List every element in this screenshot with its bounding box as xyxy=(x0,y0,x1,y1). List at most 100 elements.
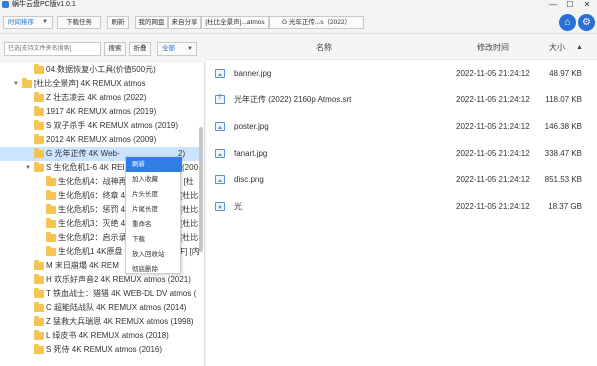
tree-item-label: 生化危机3：灭绝 4 xyxy=(58,219,126,228)
menu-item-outro-length[interactable]: 片尾长度 xyxy=(126,202,182,217)
folder-icon xyxy=(34,316,44,326)
column-header-modified[interactable]: 修改时间 xyxy=(477,35,509,60)
folder-icon xyxy=(34,288,44,298)
sort-ascending-icon: ▲ xyxy=(576,44,583,51)
tree-item[interactable]: L 绿皮书 4K REMUX atmos (2018) xyxy=(0,329,200,343)
tree-item[interactable]: S 死侍 4K REMUX atmos (2016) xyxy=(0,343,200,357)
file-name: disc.png xyxy=(234,175,264,184)
folder-icon xyxy=(22,78,32,88)
tree-item[interactable]: T 铁血战士：猎猎 4K WEB-DL DV atmos ( xyxy=(0,287,200,301)
tree-item-label: [杜比全景声] 4K REMUX atmos xyxy=(34,79,146,88)
subtitle-file-icon xyxy=(215,95,225,104)
folder-icon xyxy=(34,274,44,284)
column-header-size[interactable]: 大小 xyxy=(549,35,565,60)
sort-select[interactable]: 时间排序 ▼ xyxy=(3,16,53,29)
tree-item[interactable]: 04.数据恢复小工具(价值500元) xyxy=(0,63,200,77)
title-bar: 蜗牛云盘PC版v1.0.1 — ☐ ✕ xyxy=(0,0,597,10)
menu-item-move-to-recycle[interactable]: 放入回收站 xyxy=(126,247,182,262)
folder-icon xyxy=(34,134,44,144)
menu-item-rename[interactable]: 重命名 xyxy=(126,217,182,232)
tree-item[interactable]: Z 壮志凌云 4K atmos (2022) xyxy=(0,91,200,105)
column-header-name[interactable]: 名称 xyxy=(316,35,332,60)
file-size: 338.47 KB xyxy=(544,149,582,158)
tree-scrollbar[interactable] xyxy=(199,127,203,252)
folder-icon xyxy=(46,204,56,214)
tree-search-input[interactable] xyxy=(4,42,101,56)
tree-item[interactable]: ▼ [杜比全景声] 4K REMUX atmos xyxy=(0,77,200,91)
tree-item-label: S 双子杀手 4K REMUX atmos (2019) xyxy=(46,121,179,130)
folder-icon xyxy=(34,92,44,102)
tree-item-label: 生化危机6：终章 4 xyxy=(58,191,126,200)
tree-item-label: M 末日崩塌 4K REM xyxy=(46,261,119,270)
menu-item-refresh[interactable]: 刷新 xyxy=(126,157,182,172)
app-logo-icon xyxy=(2,1,9,8)
folder-icon xyxy=(46,232,56,242)
file-name: 光年正传 (2022) 2160p Atmos.srt xyxy=(234,95,352,104)
refresh-button[interactable]: 刷新 xyxy=(107,16,129,29)
tree-item-label: 04.数据恢复小工具(价值500元) xyxy=(46,65,156,74)
filter-select-value: 全部 xyxy=(162,45,175,52)
context-menu: 刷新 加入收藏 片头长度 片尾长度 重命名 下载 放入回收站 彻底删除 xyxy=(125,156,182,277)
chevron-down-icon[interactable]: ▼ xyxy=(12,77,20,91)
folder-icon xyxy=(34,330,44,340)
file-name: fanart.jpg xyxy=(234,149,268,158)
menu-item-intro-length[interactable]: 片头长度 xyxy=(126,187,182,202)
chevron-down-icon[interactable]: ▼ xyxy=(24,161,32,175)
menu-item-delete-permanently[interactable]: 彻底删除 xyxy=(126,262,182,277)
tree-item[interactable]: 1917 4K REMUX atmos (2019) xyxy=(0,105,200,119)
folder-icon xyxy=(46,190,56,200)
file-row[interactable]: 光年正传 (2022) 2160p Atmos.srt 2022-11-05 2… xyxy=(206,87,597,113)
breadcrumb-current-folder[interactable]: G 光年正传...s（2022） xyxy=(269,16,364,29)
filter-select[interactable]: 全部 ▼ xyxy=(157,42,197,56)
breadcrumb-my-drive[interactable]: 我的网盘 xyxy=(135,16,168,29)
file-modified: 2022-11-05 21:24:12 xyxy=(456,175,530,184)
tree-search-button[interactable]: 搜索 xyxy=(104,42,126,56)
breadcrumb-shared[interactable]: 来自分享 xyxy=(168,16,201,29)
folder-icon xyxy=(34,302,44,312)
menu-item-add-favorite[interactable]: 加入收藏 xyxy=(126,172,182,187)
tree-item-label: Z 壮志凌云 4K atmos (2022) xyxy=(46,93,147,102)
tree-item-label-suffix: [杜比 xyxy=(180,219,199,228)
file-row[interactable]: banner.jpg 2022-11-05 21:24:12 48.97 KB xyxy=(206,61,597,87)
tree-item-label-suffix: [杜比 xyxy=(180,233,199,242)
maximize-button[interactable]: ☐ xyxy=(563,0,577,10)
file-list-panel: 名称 修改时间 大小 ▲ banner.jpg 2022-11-05 21:24… xyxy=(206,35,597,366)
file-modified: 2022-11-05 21:24:12 xyxy=(456,149,530,158)
home-icon[interactable]: ⌂ xyxy=(559,14,576,31)
file-list-header: 名称 修改时间 大小 ▲ xyxy=(206,35,597,60)
chevron-down-icon: ▼ xyxy=(187,46,193,52)
tree-item[interactable]: Z 猛救大兵瑞恩 4K REMUX atmos (1998) xyxy=(0,315,200,329)
menu-item-download[interactable]: 下载 xyxy=(126,232,182,247)
tree-item-label: S 死侍 4K REMUX atmos (2016) xyxy=(46,345,163,354)
tree-item-label: 生化危机4：战神再 xyxy=(58,177,127,186)
file-row[interactable]: disc.png 2022-11-05 21:24:12 851.53 KB xyxy=(206,167,597,193)
tree-item[interactable]: S 双子杀手 4K REMUX atmos (2019) xyxy=(0,119,200,133)
download-tasks-button[interactable]: 下载任务 xyxy=(57,16,101,29)
breadcrumb-atmos-folder[interactable]: [杜比全景声]...atmos xyxy=(201,16,269,29)
tree-item-label-suffix: (200 xyxy=(182,163,199,172)
image-file-icon xyxy=(215,149,225,158)
folder-icon xyxy=(46,176,56,186)
minimize-button[interactable]: — xyxy=(546,0,560,10)
tree-item-label: 2012 4K REMUX atmos (2009) xyxy=(46,135,157,144)
collapse-button[interactable]: 折叠 xyxy=(129,42,151,56)
file-size: 851.53 KB xyxy=(544,175,582,184)
file-row[interactable]: fanart.jpg 2022-11-05 21:24:12 338.47 KB xyxy=(206,141,597,167)
file-row[interactable]: 光 2022-11-05 21:24:12 18.37 GB xyxy=(206,194,597,220)
toolbar: 时间排序 ▼ 下载任务 刷新 我的网盘 来自分享 [杜比全景声]...atmos… xyxy=(0,10,597,34)
tree-item-label: L 绿皮书 4K REMUX atmos (2018) xyxy=(46,331,169,340)
close-button[interactable]: ✕ xyxy=(580,0,594,10)
tree-item-label: S 生化危机1-6 4K REI xyxy=(46,163,125,172)
gear-icon[interactable]: ⚙ xyxy=(578,14,595,31)
tree-item-label: T 铁血战士：猎猎 4K WEB-DL DV atmos ( xyxy=(46,289,197,298)
file-modified: 2022-11-05 21:24:12 xyxy=(456,95,530,104)
folder-icon xyxy=(34,162,44,172)
chevron-down-icon: ▼ xyxy=(42,19,48,25)
app-title: 蜗牛云盘PC版v1.0.1 xyxy=(12,1,76,8)
tree-item[interactable]: C 超能陆战队 4K REMUX atmos (2014) xyxy=(0,301,200,315)
tree-item-label: C 超能陆战队 4K REMUX atmos (2014) xyxy=(46,303,187,312)
folder-icon xyxy=(34,260,44,270)
file-name: poster.jpg xyxy=(234,122,269,131)
tree-item[interactable]: 2012 4K REMUX atmos (2009) xyxy=(0,133,200,147)
file-row[interactable]: poster.jpg 2022-11-05 21:24:12 146.38 KB xyxy=(206,114,597,140)
